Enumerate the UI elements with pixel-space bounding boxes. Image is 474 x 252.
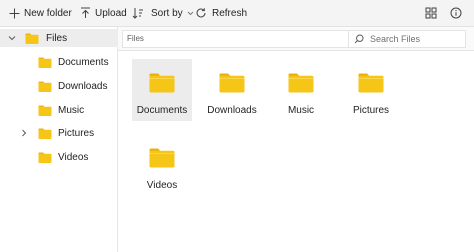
tree-item-pictures[interactable]: Pictures bbox=[0, 124, 118, 142]
upload-label: Upload bbox=[95, 7, 127, 19]
tree-item-label: Music bbox=[58, 105, 85, 116]
folder-icon bbox=[149, 148, 175, 168]
grid-view-icon bbox=[425, 7, 437, 19]
folder-icon bbox=[38, 152, 52, 163]
refresh-icon bbox=[196, 8, 206, 18]
refresh-button[interactable]: Refresh bbox=[195, 4, 247, 22]
folder-icon bbox=[38, 105, 52, 116]
info-icon bbox=[450, 7, 462, 19]
tree-item-documents[interactable]: Documents bbox=[0, 53, 118, 71]
chevron-down-icon bbox=[187, 11, 194, 15]
sort-by-label: Sort by bbox=[151, 7, 183, 19]
folder-icon bbox=[358, 73, 384, 93]
folder-icon bbox=[219, 73, 245, 93]
refresh-label: Refresh bbox=[212, 7, 248, 19]
folder-icon bbox=[38, 128, 52, 139]
address-bar: Files Search Files bbox=[118, 27, 474, 51]
folder-icon bbox=[38, 81, 52, 92]
folder-label: Pictures bbox=[352, 105, 390, 116]
folder-icon bbox=[149, 73, 175, 93]
folder-label: Music bbox=[287, 105, 315, 116]
folder-tile-documents[interactable]: Documents bbox=[132, 59, 192, 121]
folder-label: Downloads bbox=[207, 105, 257, 116]
tree-item-videos[interactable]: Videos bbox=[0, 148, 118, 166]
tree-item-label: Files bbox=[46, 33, 68, 44]
breadcrumb[interactable]: Files bbox=[122, 30, 350, 48]
folder-tile-videos[interactable]: Videos bbox=[132, 134, 192, 196]
folder-icon bbox=[38, 57, 52, 68]
folder-label: Documents bbox=[136, 105, 188, 116]
tree-item-label: Documents bbox=[58, 57, 109, 68]
grid-view-button[interactable] bbox=[423, 5, 439, 21]
chevron-down-icon[interactable] bbox=[7, 33, 17, 43]
new-folder-button[interactable]: New folder bbox=[9, 4, 72, 22]
plus-icon bbox=[9, 8, 20, 18]
search-input[interactable]: Search Files bbox=[370, 34, 420, 44]
tree-item-label: Downloads bbox=[58, 81, 108, 92]
folder-label: Videos bbox=[146, 180, 178, 191]
tree-item-music[interactable]: Music bbox=[0, 101, 118, 119]
folder-tile-downloads[interactable]: Downloads bbox=[202, 59, 262, 121]
folder-icon bbox=[288, 73, 314, 93]
upload-button[interactable]: Upload bbox=[80, 4, 127, 22]
sort-by-button[interactable]: Sort by bbox=[132, 4, 194, 22]
sort-icon bbox=[132, 8, 143, 19]
search-field[interactable]: Search Files bbox=[348, 30, 466, 48]
toolbar: New folder Upload Sort by Refresh bbox=[0, 0, 474, 27]
tree-item-label: Videos bbox=[58, 152, 89, 163]
info-button[interactable] bbox=[448, 5, 464, 21]
tree-item-files[interactable]: Files bbox=[0, 29, 118, 47]
folder-icon bbox=[25, 33, 39, 44]
tree-item-label: Pictures bbox=[58, 128, 95, 139]
chevron-right-icon[interactable] bbox=[19, 128, 29, 138]
upload-icon bbox=[81, 7, 90, 18]
file-grid: Documents Downloads Music Pictures Video… bbox=[118, 51, 474, 252]
tree-item-downloads[interactable]: Downloads bbox=[0, 77, 118, 95]
folder-tile-music[interactable]: Music bbox=[271, 59, 331, 121]
new-folder-label: New folder bbox=[24, 7, 72, 19]
navigation-tree: Files Documents Downloads Music Pictures bbox=[0, 27, 118, 252]
folder-tile-pictures[interactable]: Pictures bbox=[341, 59, 401, 121]
search-icon bbox=[354, 34, 364, 44]
